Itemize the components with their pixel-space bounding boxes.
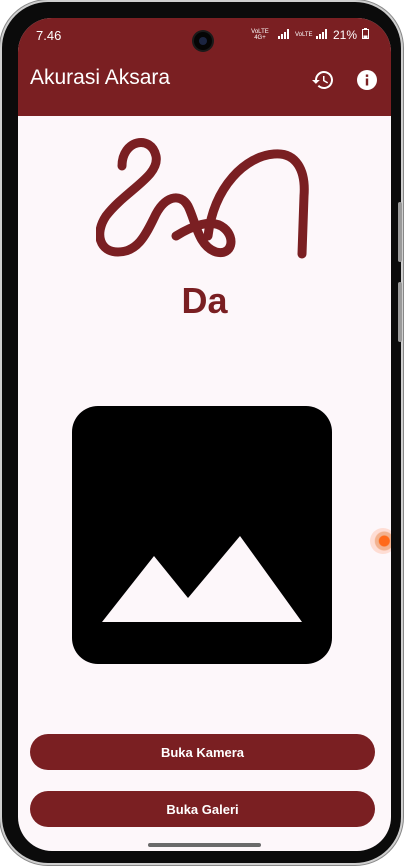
image-placeholder-icon	[72, 406, 332, 664]
signal-icon	[277, 28, 290, 42]
app-bar: 7.46 VoLTE 4G+ VoLTE 21% Akurasi Aksara	[18, 18, 391, 116]
open-camera-button[interactable]: Buka Kamera	[30, 734, 375, 770]
front-camera	[194, 32, 212, 50]
floating-edge-handle[interactable]	[370, 528, 391, 554]
volume-button	[398, 202, 402, 262]
signal-icon-2	[315, 28, 328, 42]
page-title: Akurasi Aksara	[30, 66, 171, 89]
status-time: 7.46	[36, 28, 62, 43]
open-gallery-button[interactable]: Buka Galeri	[30, 791, 375, 827]
status-icons: VoLTE 4G+ VoLTE 21%	[247, 28, 369, 42]
aksara-glyph-image	[95, 126, 310, 276]
history-icon[interactable]	[311, 68, 335, 92]
app-screen: 7.46 VoLTE 4G+ VoLTE 21% Akurasi Aksara	[18, 18, 391, 851]
power-button	[398, 282, 402, 342]
sim2-indicator: VoLTE	[294, 32, 313, 38]
battery-icon	[362, 28, 369, 42]
phone-frame: 7.46 VoLTE 4G+ VoLTE 21% Akurasi Aksara	[2, 2, 402, 863]
info-icon[interactable]	[355, 68, 379, 92]
navigation-handle[interactable]	[148, 843, 261, 847]
character-name: Da	[181, 280, 228, 321]
battery-percent: 21%	[332, 28, 357, 42]
sim1-indicator: VoLTE 4G+	[251, 29, 269, 41]
